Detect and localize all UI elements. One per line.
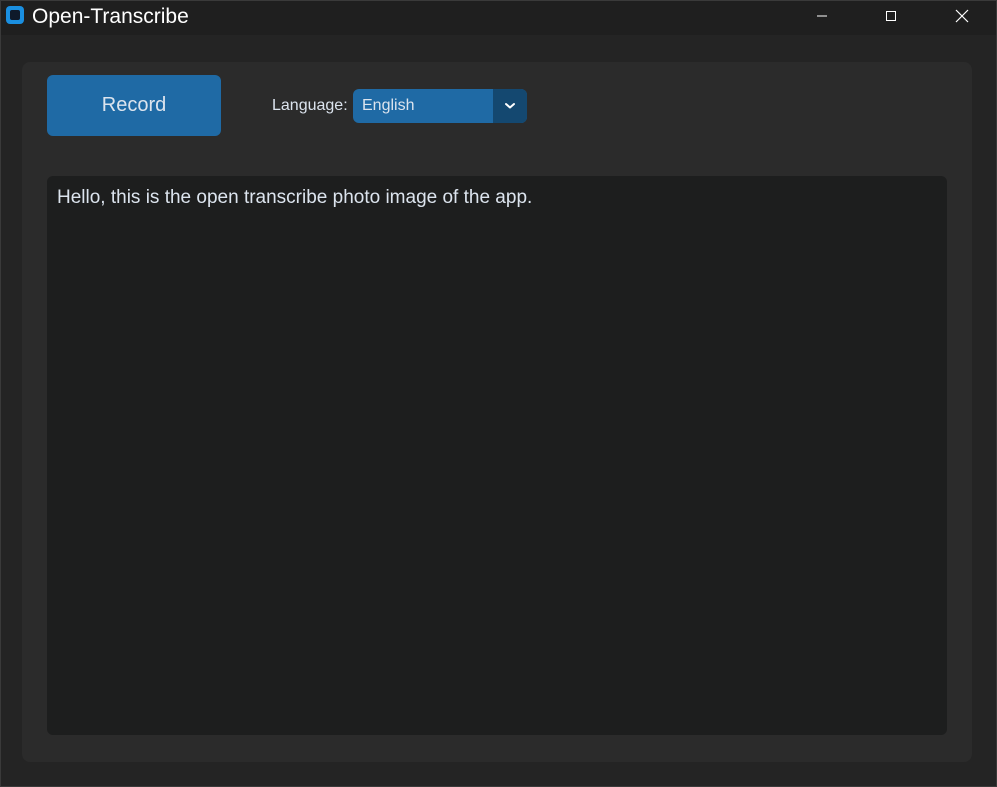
- record-button[interactable]: Record: [47, 75, 221, 136]
- title-bar[interactable]: Open-Transcribe: [1, 1, 996, 35]
- minimize-icon: [816, 10, 828, 22]
- close-button[interactable]: [939, 1, 985, 31]
- transcript-text: Hello, this is the open transcribe photo…: [57, 187, 533, 208]
- transcript-textbox[interactable]: Hello, this is the open transcribe photo…: [47, 176, 947, 735]
- language-selected-value: English: [362, 97, 415, 114]
- dropdown-arrow-button[interactable]: [493, 89, 527, 123]
- window-title: Open-Transcribe: [32, 5, 189, 28]
- minimize-button[interactable]: [799, 1, 845, 31]
- close-icon: [955, 9, 969, 23]
- language-dropdown[interactable]: English: [353, 89, 527, 123]
- chevron-down-icon: [504, 97, 516, 115]
- maximize-button[interactable]: [868, 1, 914, 31]
- app-window: Open-Transcribe Record Language: English: [0, 0, 997, 787]
- main-panel: Record Language: English Hello, this is …: [22, 62, 972, 762]
- language-label: Language:: [272, 97, 348, 114]
- app-logo-icon: [6, 6, 24, 24]
- maximize-icon: [885, 10, 897, 22]
